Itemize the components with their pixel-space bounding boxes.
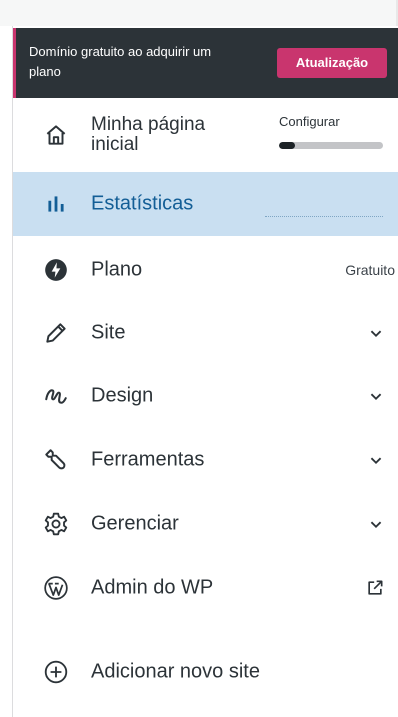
sidebar-item-label: Ferramentas [91, 448, 205, 470]
sidebar-item-add-site[interactable]: Adicionar novo site [13, 640, 398, 703]
upgrade-button[interactable]: Atualização [277, 48, 387, 78]
sidebar-item-label: Plano [91, 258, 143, 280]
pencil-icon [43, 320, 69, 346]
sidebar-item-site[interactable]: Site [13, 301, 398, 364]
sidebar-item-label: Gerenciar [91, 512, 179, 534]
upgrade-banner: Domínio gratuito ao adquirir um plano At… [13, 28, 398, 98]
plan-badge: Gratuito [345, 261, 395, 278]
sidebar-item-manage[interactable]: Gerenciar [13, 492, 398, 555]
sidebar-item-stats[interactable]: Estatísticas [13, 172, 398, 236]
sidebar-item-plan[interactable]: Plano Gratuito [13, 238, 398, 301]
chevron-down-icon[interactable] [365, 449, 387, 471]
sidebar-item-label: Minha página inicial [91, 114, 206, 155]
gear-icon [43, 511, 69, 537]
sidebar-item-label: Adicionar novo site [91, 660, 260, 682]
app-frame: Domínio gratuito ao adquirir um plano At… [0, 0, 398, 717]
sidebar-item-design[interactable]: Design [13, 364, 398, 427]
bar-chart-icon [43, 191, 69, 217]
sidebar-item-label: Admin do WP [91, 576, 214, 598]
top-strip [0, 0, 398, 26]
chevron-down-icon[interactable] [365, 322, 387, 344]
sidebar-item-tools[interactable]: Ferramentas [13, 428, 398, 491]
sidebar-item-home[interactable]: Minha página inicial Configurar [13, 98, 398, 172]
chevron-down-icon[interactable] [365, 385, 387, 407]
sidebar-item-label: Design [91, 384, 154, 406]
wordpress-icon [43, 575, 69, 601]
sidebar-item-label: Estatísticas [91, 192, 194, 215]
plus-circle-icon [43, 659, 69, 685]
sidebar-item-wp-admin[interactable]: Admin do WP [13, 556, 398, 619]
plan-icon [43, 257, 69, 283]
stats-sparkline [265, 216, 383, 217]
sidebar: Domínio gratuito ao adquirir um plano At… [12, 26, 398, 717]
setup-progress-bar [279, 142, 383, 149]
design-icon [43, 383, 69, 409]
external-link-icon [365, 578, 385, 598]
sidebar-item-label: Site [91, 321, 126, 343]
chevron-down-icon[interactable] [365, 513, 387, 535]
house-icon [43, 122, 69, 148]
setup-progress-fill [279, 142, 295, 149]
wrench-icon [43, 447, 69, 473]
banner-text: Domínio gratuito ao adquirir um plano [29, 44, 212, 79]
configure-label[interactable]: Configurar [279, 114, 340, 129]
